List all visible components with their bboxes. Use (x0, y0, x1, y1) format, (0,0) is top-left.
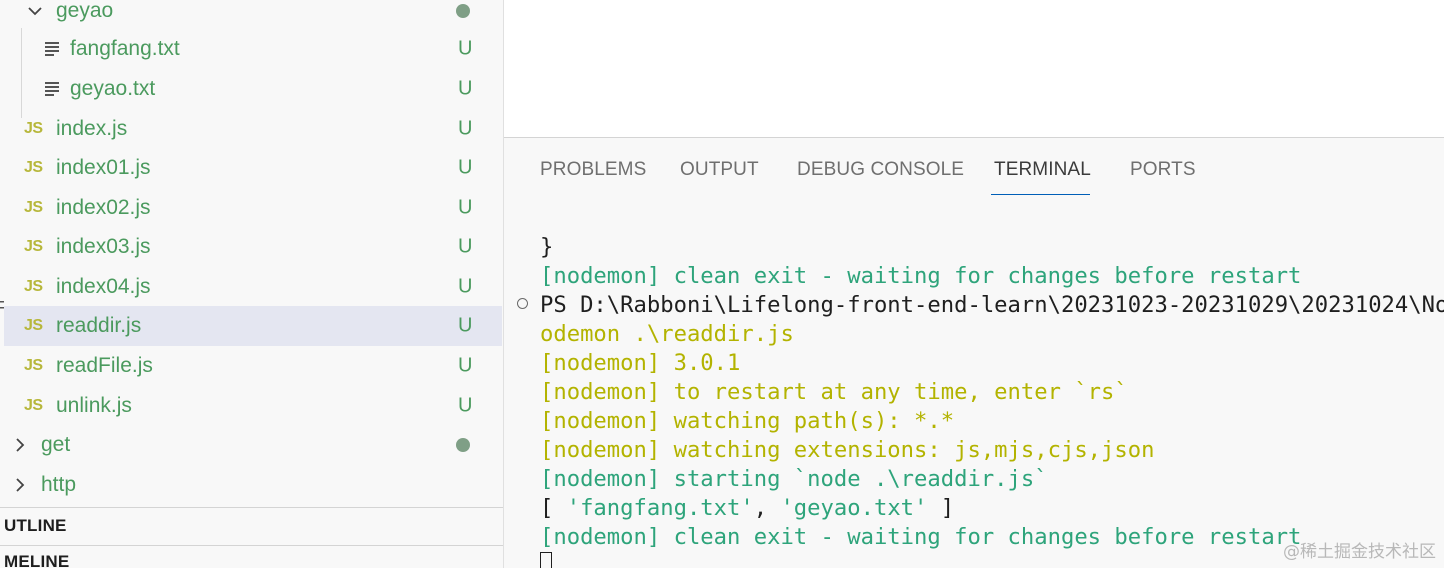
untracked-status-badge: U (458, 275, 473, 298)
js-file-icon: JS (24, 317, 43, 334)
tree-item-label: readFile.js (56, 354, 153, 377)
js-file-icon: JS (24, 199, 43, 216)
sash-handle-icon (0, 301, 4, 309)
tree-item-label: geyao (56, 0, 114, 22)
text-file-icon (45, 42, 59, 56)
tree-item-index01-js[interactable]: JS index01.js U (0, 148, 503, 188)
tab-output[interactable]: OUTPUT (680, 159, 759, 181)
tree-item-label: http (41, 473, 77, 496)
timeline-section-header[interactable]: MELINE (4, 552, 69, 568)
terminal-line: [nodemon] clean exit - waiting for chang… (540, 524, 1302, 550)
terminal-line: [nodemon] to restart at any time, enter … (540, 379, 1128, 405)
terminal-output[interactable]: } [nodemon] clean exit - waiting for cha… (504, 230, 1444, 568)
terminal-line: [nodemon] clean exit - waiting for chang… (540, 263, 1302, 289)
panel-tabs: PROBLEMS OUTPUT DEBUG CONSOLE TERMINAL P… (504, 138, 1444, 200)
tree-item-index04-js[interactable]: JS index04.js U (0, 267, 503, 307)
terminal-line: [nodemon] watching extensions: js,mjs,cj… (540, 437, 1155, 463)
tree-item-geyao-txt[interactable]: geyao.txt U (0, 69, 503, 109)
terminal-line: PS D:\Rabboni\Lifelong-front-end-learn\2… (540, 292, 1444, 318)
command-decoration-circle-icon[interactable] (517, 298, 528, 309)
untracked-status-badge: U (458, 156, 473, 179)
modified-dot-icon (456, 438, 470, 452)
terminal-cursor (540, 552, 552, 568)
array-separator: , (753, 495, 781, 521)
tree-item-label: index02.js (56, 196, 151, 219)
tree-item-label: index03.js (56, 235, 151, 258)
tree-item-index02-js[interactable]: JS index02.js U (0, 188, 503, 228)
terminal-line: [nodemon] watching path(s): *.* (540, 408, 955, 434)
active-tab-indicator (991, 194, 1090, 195)
tree-item-label: index.js (56, 117, 128, 140)
js-file-icon: JS (24, 397, 43, 414)
tree-item-folder-http[interactable]: http (0, 465, 503, 505)
chevron-right-icon (16, 438, 25, 452)
editor-area (504, 0, 1444, 137)
tab-ports[interactable]: PORTS (1130, 159, 1196, 181)
js-file-icon: JS (24, 357, 43, 374)
untracked-status-badge: U (458, 354, 473, 377)
tree-item-fangfang-txt[interactable]: fangfang.txt U (0, 29, 503, 69)
array-item: 'geyao.txt' (780, 495, 928, 521)
text-file-icon (45, 82, 59, 96)
tree-item-folder-geyao[interactable]: geyao (0, 0, 503, 31)
bottom-panel: PROBLEMS OUTPUT DEBUG CONSOLE TERMINAL P… (504, 138, 1444, 568)
outline-section-header[interactable]: UTLINE (4, 516, 67, 536)
untracked-status-badge: U (458, 117, 473, 140)
terminal-line: [nodemon] 3.0.1 (540, 350, 741, 376)
js-file-icon: JS (24, 120, 43, 137)
tree-item-readfile-js[interactable]: JS readFile.js U (0, 346, 503, 386)
tree-item-index-js[interactable]: JS index.js U (0, 109, 503, 149)
tree-item-label: index01.js (56, 156, 151, 179)
tree-item-label: get (41, 433, 71, 456)
array-bracket: [ (540, 495, 567, 521)
untracked-status-badge: U (458, 394, 473, 417)
tree-item-label: readdir.js (56, 314, 142, 337)
chevron-right-icon (16, 478, 25, 492)
tree-item-label: index04.js (56, 275, 151, 298)
tree-item-label: fangfang.txt (70, 37, 180, 60)
watermark: @稀土掘金技术社区 (1283, 542, 1436, 562)
untracked-status-badge: U (458, 235, 473, 258)
js-file-icon: JS (24, 278, 43, 295)
tree-item-label: unlink.js (56, 394, 132, 417)
untracked-status-badge: U (458, 196, 473, 219)
untracked-status-badge: U (458, 314, 473, 337)
tree-item-readdir-js[interactable]: JS readdir.js U (4, 306, 502, 346)
tree-item-unlink-js[interactable]: JS unlink.js U (0, 386, 503, 426)
terminal-line: [nodemon] starting `node .\readdir.js` (540, 466, 1048, 492)
terminal-line: [ 'fangfang.txt', 'geyao.txt' ] (540, 494, 954, 523)
untracked-status-badge: U (458, 77, 473, 100)
terminal-line: } (540, 234, 554, 260)
tab-problems[interactable]: PROBLEMS (540, 159, 646, 181)
modified-dot-icon (456, 4, 470, 18)
section-divider (0, 545, 503, 546)
tree-item-index03-js[interactable]: JS index03.js U (0, 227, 503, 267)
chevron-down-icon (28, 7, 42, 16)
explorer-panel: geyao fangfang.txt U geyao.txt U JS inde… (0, 0, 503, 568)
tab-debug-console[interactable]: DEBUG CONSOLE (797, 159, 964, 181)
tab-terminal[interactable]: TERMINAL (994, 159, 1091, 181)
section-divider (0, 507, 503, 508)
js-file-icon: JS (24, 159, 43, 176)
array-item: 'fangfang.txt' (566, 495, 754, 521)
untracked-status-badge: U (458, 37, 473, 60)
js-file-icon: JS (24, 238, 43, 255)
array-bracket: ] (927, 495, 955, 521)
tree-item-label: geyao.txt (70, 77, 156, 100)
tree-item-folder-get[interactable]: get (0, 425, 503, 465)
terminal-line: odemon .\readdir.js (540, 321, 794, 347)
